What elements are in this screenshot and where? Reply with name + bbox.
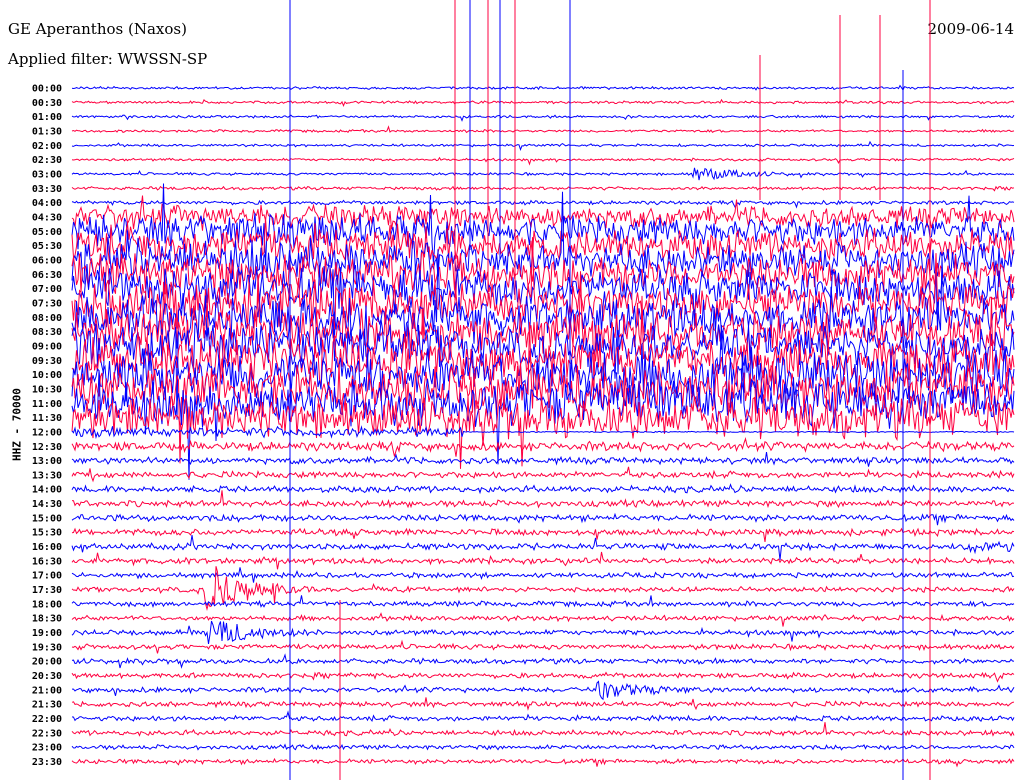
time-tick-label: 19:30 <box>32 642 62 653</box>
trace-line <box>71 527 1015 542</box>
time-tick-label: 04:30 <box>32 212 62 223</box>
time-tick-label: 23:30 <box>32 757 62 768</box>
time-tick-label: 07:00 <box>32 284 62 295</box>
time-tick-label: 22:00 <box>32 714 62 725</box>
time-tick-label: 21:00 <box>32 685 62 696</box>
trace-line <box>71 653 1015 669</box>
trace-line <box>71 217 1015 265</box>
time-tick-label: 14:00 <box>32 485 62 496</box>
trace-line <box>71 697 1015 711</box>
trace-line <box>71 167 1015 181</box>
time-tick-label: 20:30 <box>32 671 62 682</box>
trace-line <box>71 535 1015 561</box>
trace-line <box>71 436 1015 457</box>
trace-line <box>71 452 1015 467</box>
trace-line <box>71 199 1015 209</box>
time-tick-label: 18:00 <box>32 599 62 610</box>
trace-line <box>71 567 1015 583</box>
time-tick-label: 02:00 <box>32 141 62 152</box>
time-tick-label: 11:00 <box>32 399 62 410</box>
trace-line <box>71 98 1015 108</box>
time-tick-label: 20:00 <box>32 657 62 668</box>
time-tick-label: 00:30 <box>32 98 62 109</box>
time-tick-label: 03:30 <box>32 184 62 195</box>
time-tick-label: 17:30 <box>32 585 62 596</box>
time-tick-label: 18:30 <box>32 614 62 625</box>
trace-line <box>71 114 1015 122</box>
trace-line <box>71 743 1015 751</box>
time-tick-label: 15:30 <box>32 528 62 539</box>
time-tick-label: 11:30 <box>32 413 62 424</box>
time-tick-label: 06:30 <box>32 270 62 281</box>
time-tick-label: 08:30 <box>32 327 62 338</box>
trace-line <box>71 710 1015 723</box>
trace-line <box>71 757 1015 768</box>
time-tick-label: 10:00 <box>32 370 62 381</box>
time-tick-label: 14:30 <box>32 499 62 510</box>
trace-line <box>71 425 1015 440</box>
time-tick-label: 08:00 <box>32 313 62 324</box>
time-tick-label: 22:30 <box>32 728 62 739</box>
trace-line <box>71 722 1015 737</box>
helicorder-plot: GE Aperanthos (Naxos) Applied filter: WW… <box>0 0 1024 780</box>
time-tick-label: 04:00 <box>32 198 62 209</box>
time-tick-label: 01:30 <box>32 126 62 137</box>
trace-line <box>71 466 1015 483</box>
time-tick-label: 06:00 <box>32 255 62 266</box>
time-tick-label: 00:00 <box>32 84 62 95</box>
trace-line <box>71 483 1015 495</box>
trace-line <box>71 620 1015 644</box>
time-tick-label: 12:30 <box>32 442 62 453</box>
channel-label: HHZ - 70000 <box>10 388 24 461</box>
time-tick-label: 23:00 <box>32 743 62 754</box>
time-tick-label: 19:00 <box>32 628 62 639</box>
trace-line <box>71 140 1015 151</box>
trace-line <box>71 125 1015 134</box>
time-tick-label: 16:30 <box>32 556 62 567</box>
trace-line <box>71 490 1015 509</box>
trace-line <box>72 680 1015 701</box>
trace-line <box>71 551 1015 570</box>
time-tick-label: 13:00 <box>32 456 62 467</box>
time-tick-label: 01:00 <box>32 112 62 123</box>
trace-line <box>71 156 1015 166</box>
time-tick-label: 09:00 <box>32 341 62 352</box>
time-tick-label: 02:30 <box>32 155 62 166</box>
trace-line <box>71 512 1015 526</box>
time-tick-label: 05:30 <box>32 241 62 252</box>
time-tick-label: 16:00 <box>32 542 62 553</box>
time-tick-label: 03:00 <box>32 169 62 180</box>
time-tick-label: 07:30 <box>32 298 62 309</box>
time-tick-label: 13:30 <box>32 470 62 481</box>
time-tick-label: 17:00 <box>32 571 62 582</box>
trace-line <box>71 639 1015 654</box>
time-tick-label: 15:00 <box>32 513 62 524</box>
time-tick-label: 12:00 <box>32 427 62 438</box>
time-tick-label: 10:30 <box>32 384 62 395</box>
seismogram-traces: 00:00 00:30 01:00 01:30 02:00 02:30 03:00 03:30… <box>32 0 1015 780</box>
trace-line <box>71 195 1015 231</box>
trace-line <box>71 671 1015 683</box>
time-tick-label: 05:00 <box>32 227 62 238</box>
trace-line <box>71 84 1015 92</box>
time-tick-label: 09:30 <box>32 356 62 367</box>
time-tick-label: 21:30 <box>32 700 62 711</box>
trace-line <box>71 185 1015 192</box>
